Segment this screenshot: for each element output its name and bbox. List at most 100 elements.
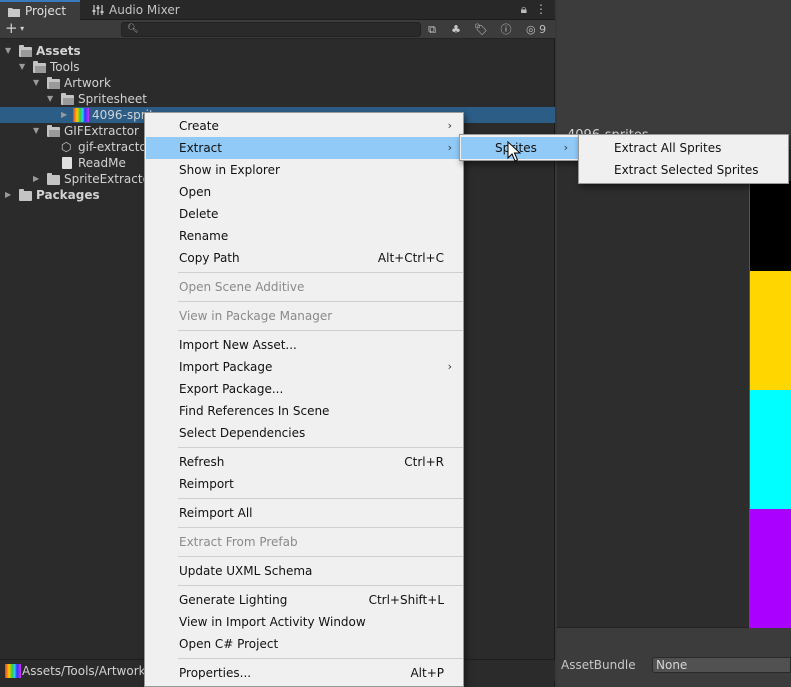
tree-row-spritesheet[interactable]: ▼ Spritesheet: [0, 91, 555, 107]
menu-label: Export Package...: [179, 382, 284, 396]
menu-item-open[interactable]: Open: [146, 181, 462, 203]
menu-item-open-csharp-project[interactable]: Open C# Project: [146, 633, 462, 655]
add-asset-button[interactable]: + ▾: [5, 21, 33, 37]
menu-label: Extract Selected Sprites: [614, 163, 759, 177]
submenu-arrow-icon: ›: [563, 141, 568, 154]
menu-label: Create: [179, 119, 219, 133]
swatch-yellow: [750, 271, 791, 390]
tab-audio-mixer[interactable]: Audio Mixer: [84, 0, 184, 20]
menu-item-reimport-all[interactable]: Reimport All: [146, 502, 462, 524]
collapse-arrow-icon[interactable]: ▶: [5, 187, 11, 203]
folder-icon: [47, 173, 60, 185]
menu-item-rename[interactable]: Rename: [146, 225, 462, 247]
tree-label: Spritesheet: [78, 92, 147, 106]
folder-icon: [33, 61, 46, 73]
eye-slash-icon: ◎: [526, 23, 536, 36]
menu-label: Open C# Project: [179, 637, 279, 651]
spritesheet-preview: [749, 181, 791, 628]
menu-item-update-uxml-schema[interactable]: Update UXML Schema: [146, 560, 462, 582]
tab-project-label: Project: [25, 4, 67, 18]
menu-item-import-package[interactable]: Import Package ›: [146, 356, 462, 378]
menu-label: Refresh: [179, 455, 225, 469]
collapse-arrow-icon[interactable]: ▶: [33, 171, 39, 187]
search-input[interactable]: [140, 23, 410, 36]
menu-label: Find References In Scene: [179, 404, 330, 418]
tree-label: GIFExtractor: [64, 124, 139, 138]
menu-label: Reimport All: [179, 506, 253, 520]
menu-label: Delete: [179, 207, 219, 221]
hidden-count-value: 9: [539, 23, 547, 36]
menu-item-copy-path[interactable]: Copy Path Alt+Ctrl+C: [146, 247, 462, 269]
expand-arrow-icon[interactable]: ▼: [5, 43, 11, 59]
tree-row-artwork[interactable]: ▼ Artwork: [0, 75, 555, 91]
menu-item-refresh[interactable]: Refresh Ctrl+R: [146, 451, 462, 473]
menu-separator: [178, 498, 463, 499]
log-icon[interactable]: ⓘ: [497, 22, 515, 37]
inspector-panel: 4096-sprites AssetBundle None: [557, 0, 791, 687]
menu-item-import-new-asset[interactable]: Import New Asset...: [146, 334, 462, 356]
menu-item-extract-all-sprites[interactable]: Extract All Sprites: [580, 137, 787, 159]
menu-item-select-dependencies[interactable]: Select Dependencies: [146, 422, 462, 444]
folder-icon: [61, 93, 74, 105]
menu-separator: [178, 447, 463, 448]
submenu-arrow-icon: ›: [447, 119, 452, 132]
tree-row-tools[interactable]: ▼ Tools: [0, 59, 555, 75]
menu-shortcut: Ctrl+R: [404, 455, 444, 469]
menu-item-export-package[interactable]: Export Package...: [146, 378, 462, 400]
document-icon: [62, 157, 72, 169]
menu-label: Reimport: [179, 477, 234, 491]
expand-arrow-icon[interactable]: ▼: [19, 59, 25, 75]
menu-item-create[interactable]: Create ›: [146, 115, 462, 137]
folder-icon: [47, 77, 60, 89]
filter-by-label-icon[interactable]: 🏷︎: [472, 22, 490, 37]
menu-separator: [178, 272, 463, 273]
tree-row-assets[interactable]: ▼ Assets: [0, 43, 555, 59]
sprite-thumbnail-icon: [73, 108, 89, 122]
assetbundle-dropdown[interactable]: None: [652, 657, 791, 673]
menu-label: Copy Path: [179, 251, 240, 265]
assetbundle-row: AssetBundle None: [557, 654, 791, 676]
assetbundle-label: AssetBundle: [561, 658, 636, 672]
menu-item-extract-selected-sprites[interactable]: Extract Selected Sprites: [580, 159, 787, 181]
menu-item-show-in-explorer[interactable]: Show in Explorer: [146, 159, 462, 181]
tree-label: Tools: [50, 60, 80, 74]
menu-item-extract[interactable]: Extract ›: [146, 137, 462, 159]
menu-label: Open: [179, 185, 212, 199]
search-field[interactable]: 🔍︎: [121, 22, 421, 37]
folder-icon: [8, 8, 20, 17]
menu-label: Show in Explorer: [179, 163, 280, 177]
menu-label: View in Package Manager: [179, 309, 333, 323]
tab-project[interactable]: Project: [0, 0, 80, 20]
search-icon: 🔍︎: [127, 24, 139, 34]
menu-item-generate-lighting[interactable]: Generate Lighting Ctrl+Shift+L: [146, 589, 462, 611]
sprite-thumbnail-icon: [5, 664, 21, 678]
menu-separator: [178, 556, 463, 557]
hidden-packages-count[interactable]: ◎ 9: [526, 21, 546, 38]
add-label: +: [5, 19, 18, 37]
more-options-icon[interactable]: ⋮: [535, 2, 547, 17]
tab-audio-mixer-label: Audio Mixer: [109, 3, 180, 17]
menu-item-delete[interactable]: Delete: [146, 203, 462, 225]
menu-label: Import New Asset...: [179, 338, 297, 352]
expand-arrow-icon[interactable]: ▼: [33, 75, 39, 91]
tree-label: gif-extracto: [78, 140, 147, 154]
menu-label: Generate Lighting: [179, 593, 288, 607]
mouse-pointer-icon: [507, 141, 521, 162]
menu-item-properties[interactable]: Properties... Alt+P: [146, 662, 462, 684]
collapse-arrow-icon[interactable]: ▶: [61, 107, 67, 123]
menu-separator: [178, 585, 463, 586]
sprite-preview: [557, 150, 791, 628]
menu-item-reimport[interactable]: Reimport: [146, 473, 462, 495]
menu-item-view-import-activity[interactable]: View in Import Activity Window: [146, 611, 462, 633]
submenu-arrow-icon: ›: [447, 141, 452, 154]
mixer-icon: [92, 5, 104, 15]
sprites-submenu: Extract All Sprites Extract Selected Spr…: [578, 134, 789, 184]
lock-icon[interactable]: 🔒︎: [521, 2, 527, 17]
search-by-type-icon[interactable]: ⧉: [423, 22, 441, 37]
expand-arrow-icon[interactable]: ▼: [47, 91, 53, 107]
menu-item-view-in-package-manager: View in Package Manager: [146, 305, 462, 327]
filter-by-type-icon[interactable]: ♣: [447, 22, 465, 37]
expand-arrow-icon[interactable]: ▼: [33, 123, 39, 139]
tree-label: Packages: [36, 188, 100, 202]
menu-item-find-references[interactable]: Find References In Scene: [146, 400, 462, 422]
